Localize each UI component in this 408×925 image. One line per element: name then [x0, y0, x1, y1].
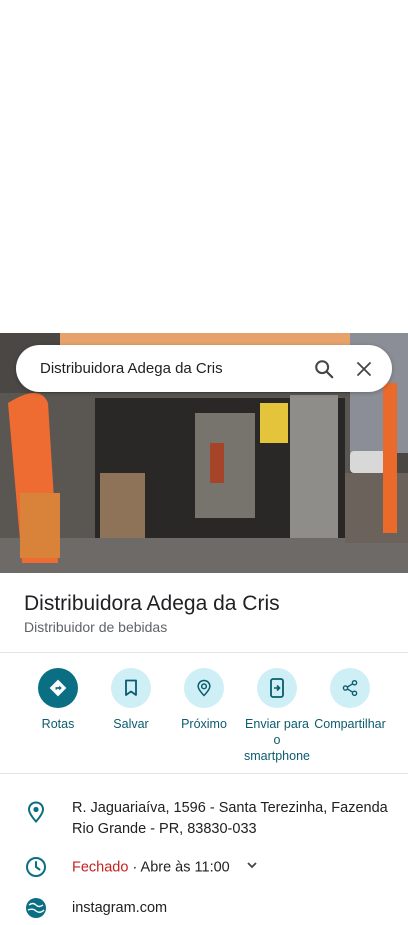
send-to-phone-icon	[257, 668, 297, 708]
bookmark-icon	[111, 668, 151, 708]
nearby-button[interactable]: Próximo	[164, 668, 244, 732]
directions-button[interactable]: Rotas	[18, 668, 98, 732]
send-to-phone-button[interactable]: Enviar para o smartphone	[237, 668, 317, 764]
share-button[interactable]: Compartilhar	[310, 668, 390, 732]
globe-icon	[24, 896, 48, 920]
divider	[0, 773, 408, 774]
send-to-phone-label: Enviar para o smartphone	[243, 717, 310, 763]
directions-icon	[38, 668, 78, 708]
place-title: Distribuidora Adega da Cris	[24, 592, 280, 615]
location-pin-icon	[24, 800, 48, 824]
search-bar[interactable]: Distribuidora Adega da Cris	[16, 345, 392, 392]
share-icon	[330, 668, 370, 708]
close-icon[interactable]	[344, 349, 384, 389]
place-category[interactable]: Distribuidor de bebidas	[24, 619, 167, 635]
divider	[0, 652, 408, 653]
clock-icon	[24, 855, 48, 879]
address-text: R. Jaguariaíva, 1596 - Santa Terezinha, …	[72, 800, 388, 837]
nearby-label: Próximo	[181, 717, 227, 731]
search-icon[interactable]	[304, 349, 344, 389]
hours-row[interactable]: Fechado · Abre às 11:00	[0, 854, 408, 880]
action-row: Rotas Salvar Próximo Enviar para o smart…	[0, 668, 408, 768]
website-text[interactable]: instagram.com	[72, 898, 388, 919]
nearby-icon	[184, 668, 224, 708]
hours-next-open: · Abre às 11:00	[132, 859, 230, 876]
address-row[interactable]: R. Jaguariaíva, 1596 - Santa Terezinha, …	[0, 796, 408, 840]
share-label: Compartilhar	[314, 717, 386, 731]
chevron-down-icon[interactable]	[246, 857, 258, 878]
map-blank-area	[0, 0, 408, 333]
save-label: Salvar	[113, 717, 149, 731]
search-query[interactable]: Distribuidora Adega da Cris	[16, 360, 304, 377]
directions-label: Rotas	[41, 717, 75, 731]
hours-status: Fechado	[72, 859, 129, 876]
website-row[interactable]: instagram.com	[0, 894, 408, 918]
save-button[interactable]: Salvar	[91, 668, 171, 732]
